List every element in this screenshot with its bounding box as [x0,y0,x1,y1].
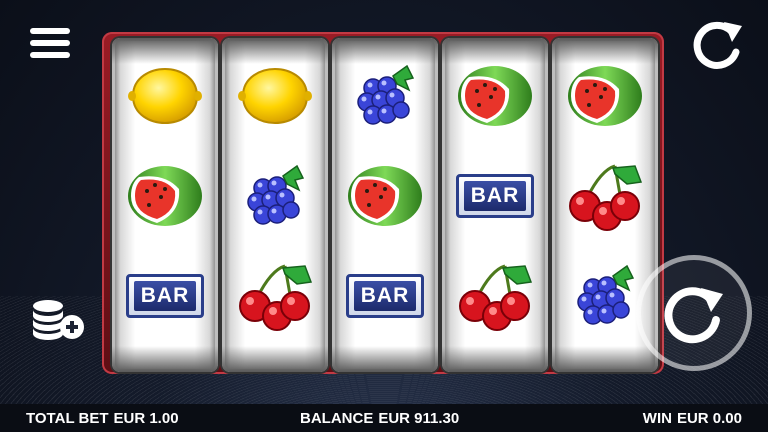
menu-icon-line [30,52,70,58]
bar-symbol-text: BAR [354,281,416,311]
watermelon-icon [568,66,642,126]
lemon-symbol [112,48,218,144]
balance-value: EUR 911.30 [378,410,460,427]
reel-3: BAR [332,38,438,372]
cherries-symbol [442,248,548,344]
lemon-icon [238,67,312,125]
total-bet-value: EUR 1.00 [113,410,179,427]
cherries-symbol [552,148,658,244]
lemon-icon [128,67,202,125]
win-value: EUR 0.00 [676,410,742,427]
balance-label: BALANCE [300,410,374,427]
spin-icon [664,287,723,344]
total-bet-label: TOTAL BET [26,410,109,427]
menu-icon-line [30,28,70,34]
win-label: WIN [642,410,672,427]
watermelon-symbol [552,48,658,144]
total-bet: TOTAL BET EUR 1.00 [26,410,179,427]
bar-symbol: BAR [332,248,438,344]
blackberry-icon [357,64,415,125]
reel-1: BAR [112,38,218,372]
bar-symbol: BAR [442,148,548,244]
watermelon-symbol [442,48,548,144]
blackberry-icon [247,164,305,225]
autoplay-icon [693,21,742,69]
bar-symbol-box: BAR [456,174,534,218]
balance: BALANCE EUR 911.30 [300,410,459,427]
bar-symbol-text: BAR [134,281,196,311]
lemon-symbol [222,48,328,144]
autoplay-button[interactable] [688,16,746,74]
watermelon-icon [128,166,202,226]
coin-stack-plus-icon [33,300,84,340]
watermelon-symbol [332,148,438,244]
bar-symbol: BAR [112,248,218,344]
watermelon-symbol [112,148,218,244]
cherries-icon [569,164,643,231]
cherries-symbol [222,248,328,344]
menu-button[interactable] [30,28,70,60]
blackberry-symbol [222,148,328,244]
reel-2 [222,38,328,372]
win: WIN EUR 0.00 [643,410,742,427]
cherries-icon [459,264,533,331]
bar-symbol-box: BAR [346,274,424,318]
reel-4: BAR [442,38,548,372]
blackberry-icon [577,264,635,325]
menu-icon-line [30,40,70,46]
cherries-icon [239,264,313,331]
spin-button[interactable] [636,255,752,371]
bet-settings-button[interactable] [28,296,88,346]
bar-symbol-text: BAR [464,181,526,211]
bar-symbol-box: BAR [126,274,204,318]
watermelon-icon [348,166,422,226]
status-bar: TOTAL BET EUR 1.00 BALANCE EUR 911.30 WIN E… [0,404,768,432]
blackberry-symbol [332,48,438,144]
watermelon-icon [458,66,532,126]
